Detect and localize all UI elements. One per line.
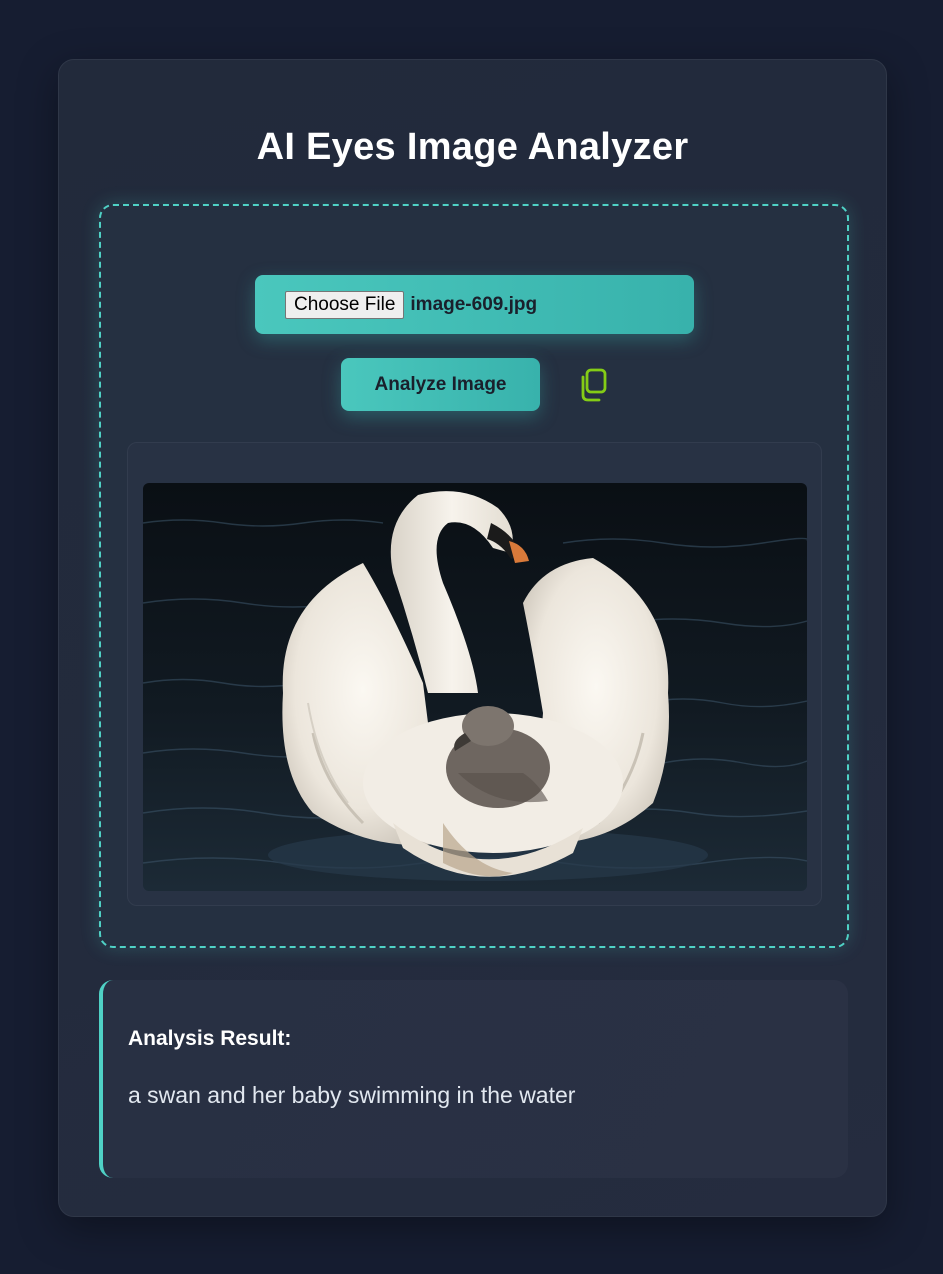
file-input[interactable]: Choose File image-609.jpg: [255, 275, 694, 334]
analysis-result-text: a swan and her baby swimming in the wate…: [128, 1082, 576, 1108]
swan-photo: [143, 483, 807, 891]
upload-dropzone[interactable]: Choose File image-609.jpg Analyze Image: [99, 204, 849, 948]
selected-file-name: image-609.jpg: [410, 293, 538, 315]
copy-icon[interactable]: [575, 366, 613, 404]
analysis-result-panel: Analysis Result: a swan and her baby swi…: [99, 980, 848, 1178]
app-card: AI Eyes Image Analyzer Choose File image…: [58, 59, 887, 1217]
analysis-result-heading: Analysis Result:: [128, 1027, 292, 1050]
choose-file-button[interactable]: Choose File: [285, 290, 405, 319]
page-title: AI Eyes Image Analyzer: [256, 126, 689, 168]
image-preview-container: [127, 442, 822, 906]
analyze-image-button[interactable]: Analyze Image: [341, 358, 540, 411]
